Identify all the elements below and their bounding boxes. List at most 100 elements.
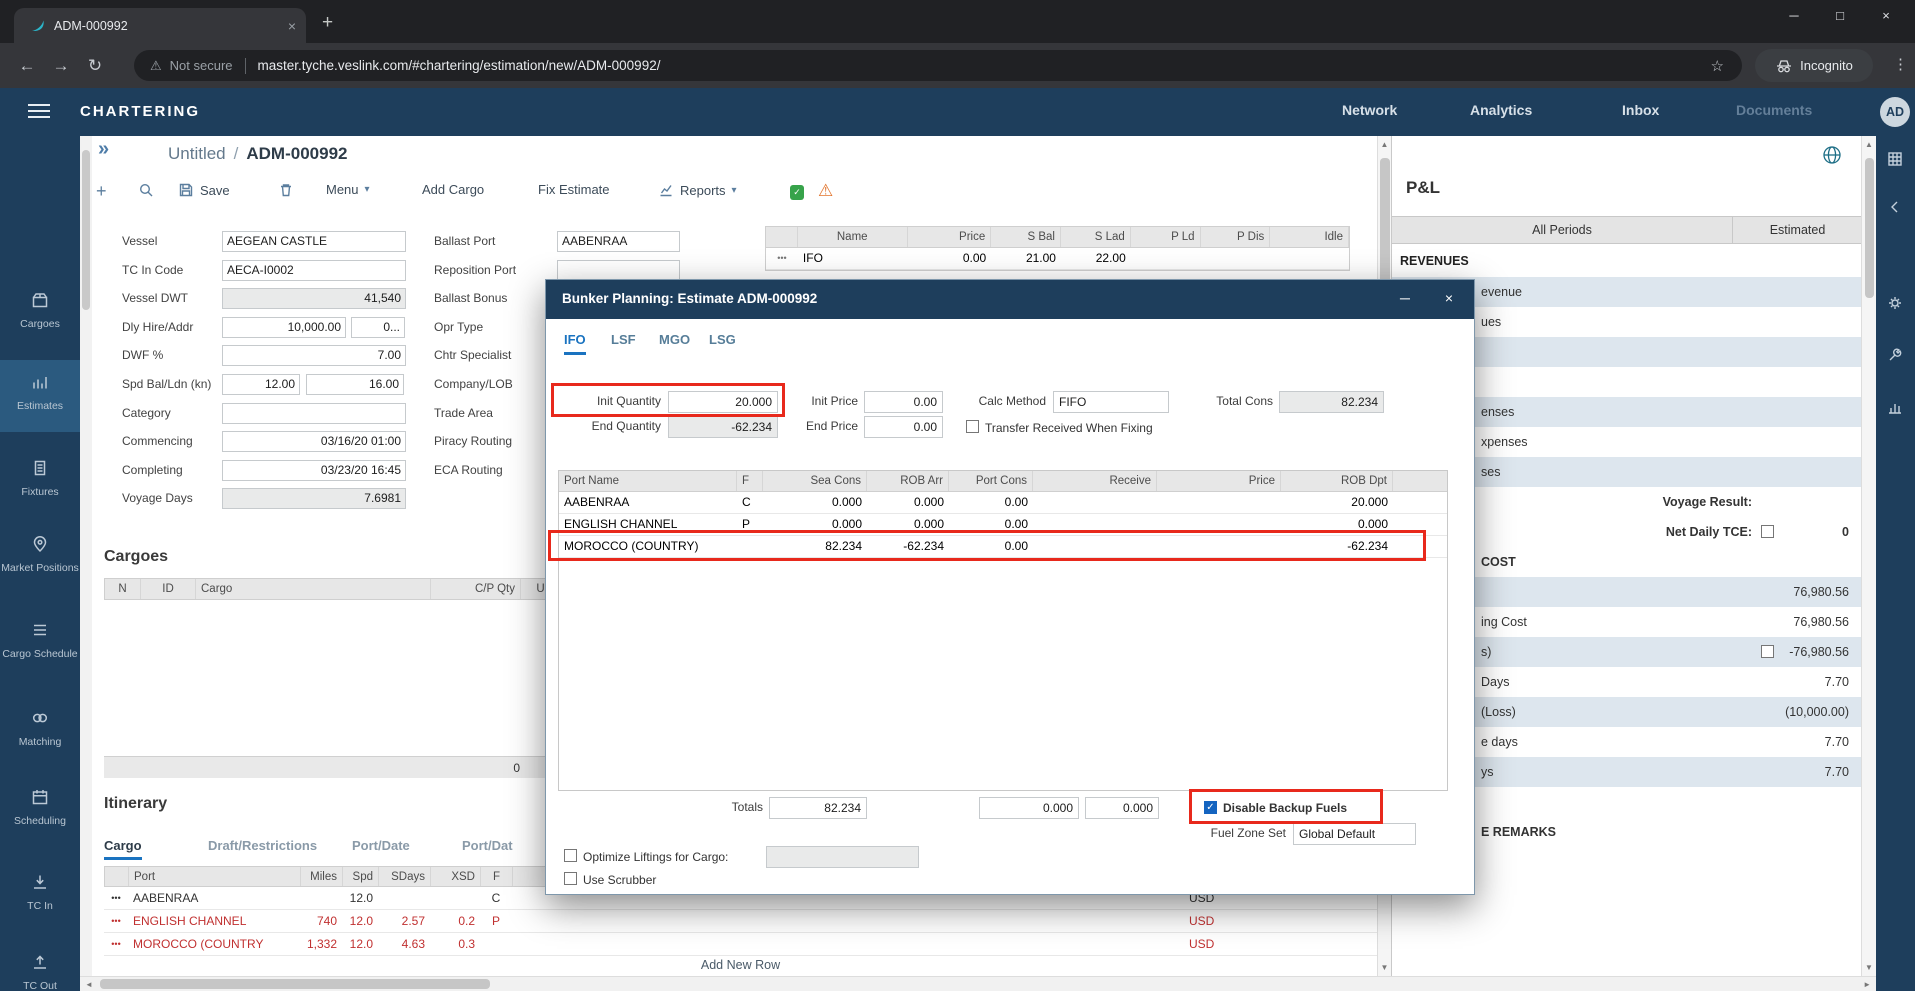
add-button[interactable]: + bbox=[96, 182, 107, 200]
scrollbar-thumb[interactable] bbox=[1865, 158, 1874, 298]
gear-icon[interactable] bbox=[1886, 294, 1904, 312]
sidebar-item-estimates[interactable]: Estimates bbox=[0, 360, 80, 432]
sidebar-item-tc-out[interactable]: TC Out bbox=[0, 946, 80, 991]
field-input[interactable]: 7.6981 bbox=[222, 488, 406, 509]
sidebar-item-cargo-schedule[interactable]: Cargo Schedule bbox=[0, 614, 80, 660]
itinerary-tab-draft-restrictions[interactable]: Draft/Restrictions bbox=[208, 838, 317, 857]
scroll-down-icon[interactable]: ▼ bbox=[1378, 963, 1391, 972]
field-input[interactable] bbox=[557, 260, 680, 281]
fuel-tab-lsg[interactable]: LSG bbox=[709, 332, 736, 352]
search-button[interactable] bbox=[138, 182, 154, 198]
sidebar-item-scheduling[interactable]: Scheduling bbox=[0, 781, 80, 827]
calc-method-select[interactable]: FIFO bbox=[1053, 391, 1169, 413]
window-maximize-icon[interactable]: □ bbox=[1817, 0, 1863, 34]
field-input[interactable]: 10,000.00 bbox=[222, 317, 346, 338]
row-dots-icon[interactable]: ••• bbox=[104, 910, 128, 932]
end-price-input[interactable]: 0.00 bbox=[864, 416, 943, 438]
fuel-tab-lsf[interactable]: LSF bbox=[611, 332, 636, 352]
wrench-icon[interactable] bbox=[1886, 346, 1904, 364]
sidebar-item-market-positions[interactable]: Market Positions bbox=[0, 528, 80, 574]
field-input[interactable]: 03/16/20 01:00 bbox=[222, 431, 406, 452]
row-dots-icon[interactable]: ••• bbox=[104, 933, 128, 955]
fuel-tab-mgo[interactable]: MGO bbox=[659, 332, 690, 352]
field-input[interactable]: AABENRAA bbox=[557, 231, 680, 252]
globe-icon[interactable] bbox=[1821, 144, 1843, 166]
scrollbar-thumb[interactable] bbox=[82, 150, 90, 310]
add-cargo-button[interactable]: Add Cargo bbox=[422, 182, 484, 197]
nav-network[interactable]: Network bbox=[1342, 102, 1397, 118]
new-tab-button[interactable]: + bbox=[322, 12, 333, 34]
row-dots-icon[interactable]: ••• bbox=[104, 887, 128, 909]
browser-tab[interactable]: ADM-000992 × bbox=[14, 8, 306, 43]
not-secure-warning-icon[interactable]: ⚠ bbox=[150, 58, 162, 74]
pnl-checkbox[interactable] bbox=[1761, 525, 1774, 538]
bunker-summary-row[interactable]: ••• IFO 0.00 21.00 22.00 bbox=[766, 248, 1349, 270]
use-scrubber-checkbox[interactable] bbox=[564, 872, 577, 885]
avatar[interactable]: AD bbox=[1880, 97, 1910, 127]
field-input[interactable]: AECA-I0002 bbox=[222, 260, 406, 281]
window-close-icon[interactable]: × bbox=[1863, 0, 1909, 34]
breadcrumb-untitled[interactable]: Untitled bbox=[168, 144, 226, 164]
scroll-up-icon[interactable]: ▲ bbox=[1378, 140, 1391, 149]
pnl-period-all-periods[interactable]: All Periods bbox=[1392, 217, 1733, 243]
itinerary-tab-port-date[interactable]: Port/Date bbox=[352, 838, 410, 857]
grid-table-icon[interactable] bbox=[1886, 150, 1904, 168]
scroll-right-icon[interactable]: ► bbox=[1863, 980, 1871, 989]
save-button[interactable]: Save bbox=[178, 182, 230, 198]
warning-triangle-icon[interactable]: ⚠ bbox=[818, 181, 833, 201]
scroll-down-icon[interactable]: ▼ bbox=[1862, 963, 1876, 972]
field-input[interactable]: 7.00 bbox=[222, 345, 406, 366]
nav-inbox[interactable]: Inbox bbox=[1622, 102, 1659, 118]
field-input[interactable]: AEGEAN CASTLE bbox=[222, 231, 406, 252]
window-minimize-icon[interactable]: ─ bbox=[1771, 0, 1817, 34]
expand-panel-icon[interactable]: » bbox=[98, 138, 109, 161]
sidebar-item-fixtures[interactable]: Fixtures bbox=[0, 452, 80, 498]
scroll-up-icon[interactable]: ▲ bbox=[1862, 140, 1876, 149]
init-price-input[interactable]: 0.00 bbox=[864, 391, 943, 413]
scrollbar-thumb[interactable] bbox=[100, 979, 490, 989]
fuel-zone-set-select[interactable]: Global Default bbox=[1293, 823, 1416, 845]
optimize-liftings-checkbox[interactable] bbox=[564, 849, 577, 862]
itinerary-tab-cargo[interactable]: Cargo bbox=[104, 838, 142, 860]
modal-minimize-icon[interactable]: ─ bbox=[1394, 290, 1416, 306]
reload-icon[interactable]: ↻ bbox=[78, 56, 112, 76]
sidebar-item-matching[interactable]: Matching bbox=[0, 702, 80, 748]
pnl-period-estimated[interactable]: Estimated bbox=[1733, 217, 1862, 243]
fix-estimate-button[interactable]: Fix Estimate bbox=[538, 182, 610, 197]
transfer-received-checkbox[interactable] bbox=[966, 420, 979, 433]
browser-menu-dots-icon[interactable]: ⋮ bbox=[1893, 55, 1908, 73]
menu-button[interactable]: Menu ▾ bbox=[326, 182, 370, 197]
field-input[interactable]: 03/23/20 16:45 bbox=[222, 460, 406, 481]
optimize-cargo-input[interactable] bbox=[766, 846, 919, 868]
nav-analytics[interactable]: Analytics bbox=[1470, 102, 1532, 118]
bookmark-star-icon[interactable]: ☆ bbox=[1711, 57, 1724, 75]
field-input-2[interactable]: 16.00 bbox=[306, 374, 404, 395]
bar-chart-icon[interactable] bbox=[1886, 398, 1904, 416]
form-scrollbar[interactable] bbox=[80, 136, 92, 976]
sidebar-item-tc-in[interactable]: TC In bbox=[0, 866, 80, 912]
back-icon[interactable]: ← bbox=[10, 56, 44, 76]
sidebar-item-cargoes[interactable]: Cargoes bbox=[0, 284, 80, 330]
forward-icon[interactable]: → bbox=[44, 56, 78, 76]
add-new-row-button[interactable]: Add New Row bbox=[104, 958, 1377, 972]
field-input[interactable]: 12.00 bbox=[222, 374, 300, 395]
pnl-vertical-scrollbar[interactable]: ▲ ▼ bbox=[1861, 136, 1876, 976]
field-input[interactable]: 41,540 bbox=[222, 288, 406, 309]
url-input[interactable]: ⚠ Not secure master.tyche.veslink.com/#c… bbox=[134, 50, 1742, 81]
reports-button[interactable]: Reports ▾ bbox=[658, 182, 737, 198]
hamburger-menu-icon[interactable] bbox=[28, 104, 50, 122]
bunker-port-row[interactable]: AABENRAA C 0.000 0.000 0.00 20.000 bbox=[559, 492, 1447, 514]
tab-close-icon[interactable]: × bbox=[288, 18, 296, 34]
field-input[interactable] bbox=[222, 403, 406, 424]
collapse-chevron-left-icon[interactable] bbox=[1886, 198, 1904, 216]
itinerary-tab-port-dat[interactable]: Port/Dat bbox=[462, 838, 513, 857]
pnl-checkbox[interactable] bbox=[1761, 645, 1774, 658]
row-dots-icon[interactable]: ••• bbox=[766, 248, 798, 269]
fuel-tab-ifo[interactable]: IFO bbox=[564, 332, 586, 355]
nav-documents[interactable]: Documents bbox=[1736, 102, 1812, 118]
modal-title-bar[interactable]: Bunker Planning: Estimate ADM-000992 ─ × bbox=[546, 280, 1474, 319]
modal-close-icon[interactable]: × bbox=[1438, 290, 1460, 306]
field-input-2[interactable]: 0... bbox=[351, 317, 405, 338]
itinerary-port-row[interactable]: ••• MOROCCO (COUNTRY 1,332 12.0 4.63 0.3… bbox=[104, 933, 1377, 956]
scroll-left-icon[interactable]: ◄ bbox=[85, 980, 93, 989]
